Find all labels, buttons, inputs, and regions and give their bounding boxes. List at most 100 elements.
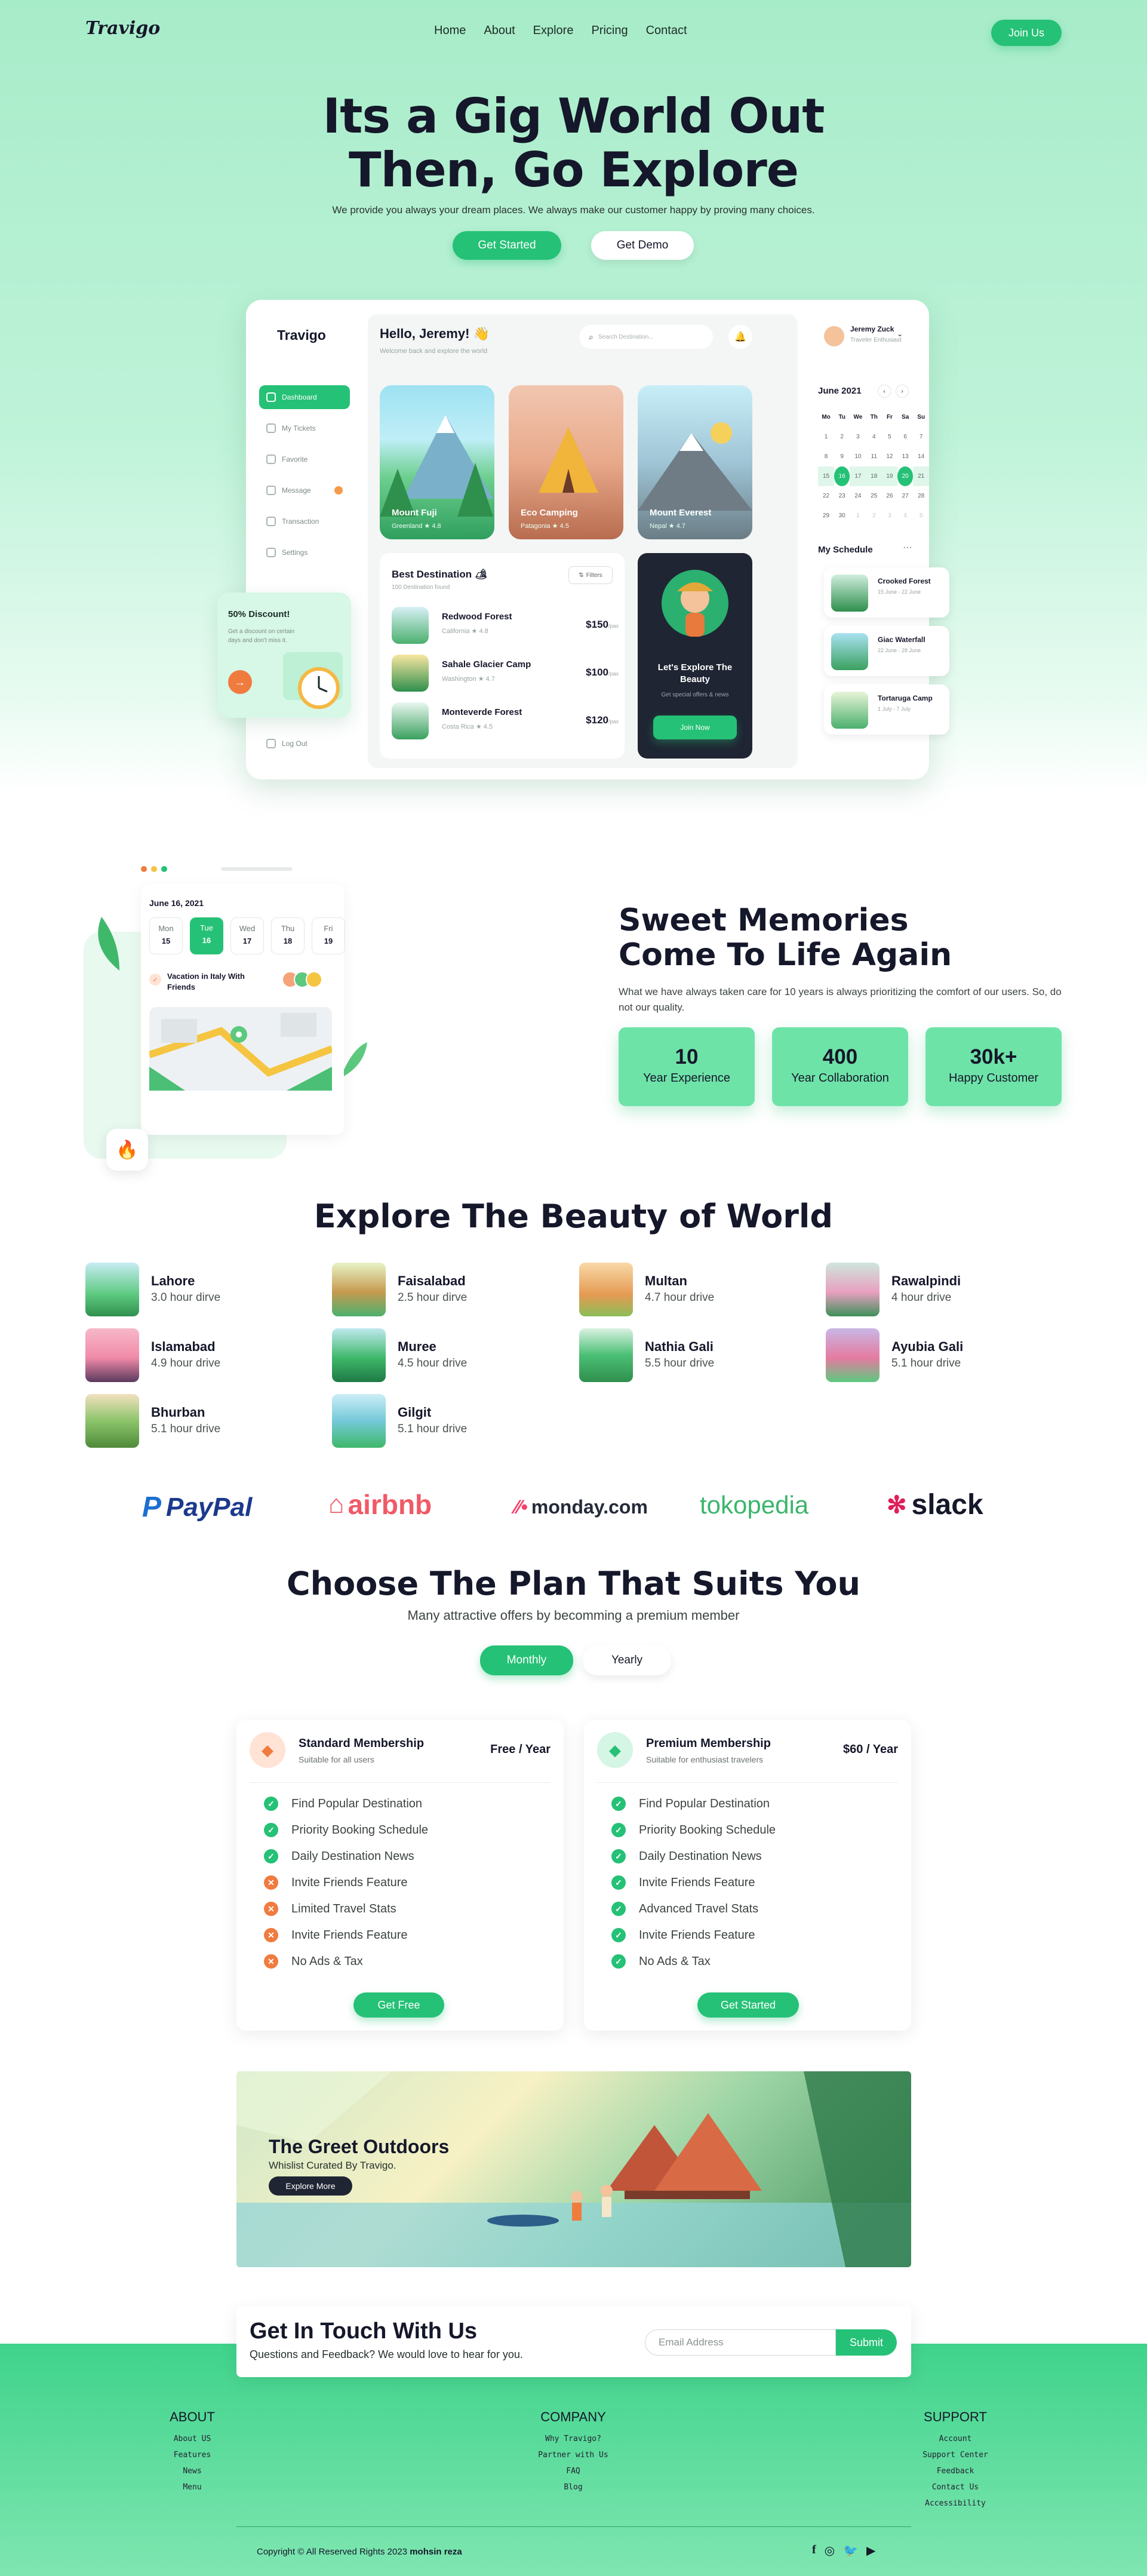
footer-link[interactable]: Menu — [156, 2479, 228, 2495]
calendar-day[interactable]: 4 — [866, 427, 882, 447]
footer-link[interactable]: Account — [908, 2431, 1003, 2447]
calendar-day[interactable]: 5 — [882, 427, 897, 447]
footer-link[interactable]: Partner with Us — [519, 2447, 627, 2463]
destination-row[interactable]: Monteverde Forest Costa Rica ★ 4.5 $120/… — [392, 702, 625, 742]
footer-link[interactable]: News — [156, 2463, 228, 2479]
place-item[interactable]: Rawalpindi 4 hour drive — [826, 1263, 1041, 1318]
logout-button[interactable]: Log Out — [259, 732, 350, 756]
schedule-item[interactable]: Tortaruga Camp 1 July - 7 July — [824, 684, 949, 735]
card-mount-fuji[interactable]: Mount Fuji Greenland ★ 4.8 — [380, 385, 494, 539]
get-free-button[interactable]: Get Free — [353, 1992, 444, 2018]
chevron-right-icon[interactable]: › — [896, 385, 909, 398]
bell-icon[interactable]: 🔔 — [728, 325, 752, 349]
footer-link[interactable]: Blog — [519, 2479, 627, 2495]
yearly-toggle[interactable]: Yearly — [583, 1645, 671, 1675]
calendar-day[interactable]: 15 — [818, 466, 834, 486]
nav-about[interactable]: About — [484, 24, 515, 38]
calendar-day[interactable]: 6 — [897, 427, 913, 447]
calendar-day[interactable]: 24 — [850, 486, 866, 506]
get-started-button[interactable]: Get Started — [453, 231, 561, 260]
card-eco-camping[interactable]: Eco Camping Patagonia ★ 4.5 — [509, 385, 623, 539]
calendar-day[interactable]: 12 — [882, 447, 897, 466]
explore-more-button[interactable]: Explore More — [269, 2176, 352, 2196]
footer-link[interactable]: FAQ — [519, 2463, 627, 2479]
calendar-day[interactable]: 28 — [913, 486, 929, 506]
calendar-day[interactable]: 9 — [834, 447, 850, 466]
youtube-icon[interactable]: ▶ — [866, 2543, 875, 2558]
avatar[interactable] — [824, 326, 844, 346]
calendar-day[interactable]: 23 — [834, 486, 850, 506]
calendar-day[interactable]: 29 — [818, 506, 834, 526]
place-item[interactable]: Lahore 3.0 hour dirve — [85, 1263, 300, 1318]
get-demo-button[interactable]: Get Demo — [591, 231, 694, 260]
calendar-day[interactable]: 14 — [913, 447, 929, 466]
calendar-day[interactable]: 19 — [882, 466, 897, 486]
calendar-day[interactable]: 5 — [913, 506, 929, 526]
calendar-day[interactable]: 26 — [882, 486, 897, 506]
destination-row[interactable]: Sahale Glacier Camp Washington ★ 4.7 $10… — [392, 655, 625, 694]
calendar-day-selected[interactable]: 20 — [897, 466, 914, 486]
footer-link[interactable]: Features — [156, 2447, 228, 2463]
place-item[interactable]: Multan 4.7 hour drive — [579, 1263, 794, 1318]
calendar-day[interactable]: 25 — [866, 486, 882, 506]
calendar-day[interactable]: 7 — [913, 427, 929, 447]
weekday-cell[interactable]: Wed 17 — [230, 917, 264, 954]
nav-pricing[interactable]: Pricing — [591, 24, 628, 38]
nav-contact[interactable]: Contact — [646, 24, 687, 38]
calendar-day[interactable]: 11 — [866, 447, 882, 466]
dash-search-input[interactable]: ⌕ Search Destination... — [579, 325, 713, 349]
calendar-day[interactable]: 17 — [850, 466, 866, 486]
calendar-day[interactable]: 18 — [866, 466, 882, 486]
footer-link[interactable]: Feedback — [908, 2463, 1003, 2479]
monthly-toggle[interactable]: Monthly — [480, 1645, 573, 1675]
logo[interactable]: Travigo — [85, 18, 160, 39]
calendar-day[interactable]: 1 — [850, 506, 866, 526]
sidebar-item-dashboard[interactable]: Dashboard — [259, 385, 350, 409]
place-item[interactable]: Bhurban 5.1 hour drive — [85, 1394, 300, 1449]
calendar-day[interactable]: 13 — [897, 447, 913, 466]
sidebar-item-tickets[interactable]: My Tickets — [259, 416, 350, 440]
calendar-day[interactable]: 8 — [818, 447, 834, 466]
footer-link[interactable]: Support Center — [908, 2447, 1003, 2463]
calendar-day[interactable]: 21 — [913, 466, 929, 486]
nav-explore[interactable]: Explore — [533, 24, 574, 38]
join-us-button[interactable]: Join Us — [991, 20, 1062, 46]
schedule-item[interactable]: Crooked Forest 15 June - 22 June — [824, 567, 949, 618]
calendar-day[interactable]: 4 — [897, 506, 913, 526]
calendar-day[interactable]: 22 — [818, 486, 834, 506]
chevron-left-icon[interactable]: ‹ — [878, 385, 891, 398]
place-item[interactable]: Ayubia Gali 5.1 hour drive — [826, 1328, 1041, 1383]
calendar-day[interactable]: 2 — [866, 506, 882, 526]
sidebar-item-favorite[interactable]: Favorite — [259, 447, 350, 471]
place-item[interactable]: Nathia Gali 5.5 hour drive — [579, 1328, 794, 1383]
place-item[interactable]: Muree 4.5 hour drive — [332, 1328, 547, 1383]
weekday-cell[interactable]: Mon 15 — [149, 917, 183, 954]
more-icon[interactable]: ··· — [903, 542, 912, 553]
calendar-day[interactable]: 30 — [834, 506, 850, 526]
footer-link[interactable]: Accessibility — [908, 2495, 1003, 2511]
sidebar-item-transaction[interactable]: Transaction — [259, 509, 350, 533]
footer-link[interactable]: About US — [156, 2431, 228, 2447]
facebook-icon[interactable]: f — [812, 2543, 816, 2558]
twitter-icon[interactable]: 🐦 — [843, 2543, 858, 2558]
calendar-day[interactable]: 3 — [882, 506, 897, 526]
calendar-day-selected[interactable]: 16 — [834, 466, 850, 486]
calendar-day[interactable]: 27 — [897, 486, 913, 506]
chevron-down-icon[interactable]: ⌄ — [897, 330, 903, 338]
place-item[interactable]: Islamabad 4.9 hour drive — [85, 1328, 300, 1383]
place-item[interactable]: Faisalabad 2.5 hour dirve — [332, 1263, 547, 1318]
place-item[interactable]: Gilgit 5.1 hour drive — [332, 1394, 547, 1449]
calendar-day[interactable]: 2 — [834, 427, 850, 447]
weekday-cell[interactable]: Thu 18 — [271, 917, 305, 954]
nav-home[interactable]: Home — [434, 24, 466, 38]
schedule-item[interactable]: Giac Waterfall 22 June - 28 June — [824, 626, 949, 676]
email-field[interactable]: Email Address — [645, 2329, 836, 2356]
footer-link[interactable]: Why Travigo? — [519, 2431, 627, 2447]
destination-row[interactable]: Redwood Forest California ★ 4.8 $150/pax — [392, 607, 625, 646]
filters-button[interactable]: ⇅ Filters — [568, 566, 613, 584]
sidebar-item-settings[interactable]: Settings — [259, 541, 350, 564]
join-now-button[interactable]: Join Now — [653, 716, 737, 739]
weekday-cell-selected[interactable]: Tue 16 — [190, 917, 223, 954]
arrow-right-icon[interactable]: → — [228, 670, 252, 694]
instagram-icon[interactable]: ◎ — [825, 2543, 835, 2558]
